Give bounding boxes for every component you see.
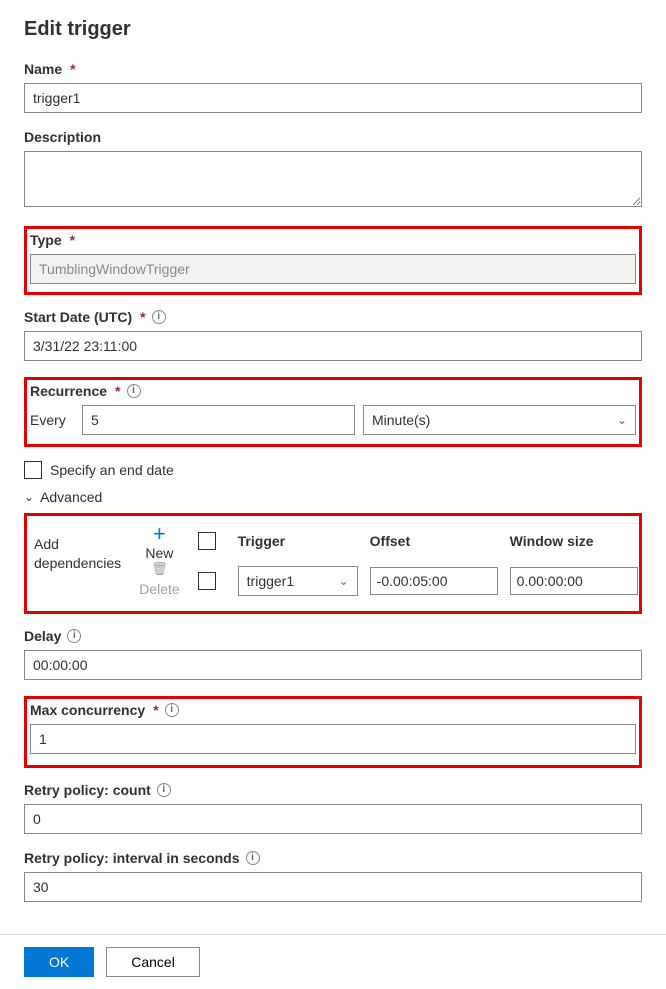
retry-count-input[interactable]	[24, 804, 642, 834]
max-concurrency-highlight: Max concurrency * i	[24, 696, 642, 768]
required-icon: *	[70, 232, 75, 248]
type-field: Type * TumblingWindowTrigger	[30, 232, 636, 284]
dependencies-highlight: Add dependencies + New 🗑 Delete Trigger …	[24, 513, 642, 614]
specify-end-label: Specify an end date	[50, 462, 174, 478]
retry-count-label: Retry policy: count	[24, 782, 151, 798]
footer: OK Cancel	[0, 934, 666, 989]
delay-input[interactable]	[24, 650, 642, 680]
retry-interval-label: Retry policy: interval in seconds	[24, 850, 240, 866]
dep-trigger-select[interactable]: trigger1 ⌄	[238, 566, 358, 596]
trash-icon: 🗑	[151, 561, 168, 577]
required-icon: *	[140, 309, 145, 325]
delay-field: Delay i	[24, 628, 642, 680]
retry-count-field: Retry policy: count i	[24, 782, 642, 834]
dep-offset-input[interactable]	[370, 567, 498, 595]
recurrence-highlight: Recurrence * i Every Minute(s) ⌄	[24, 377, 642, 447]
recurrence-field: Recurrence * i Every Minute(s) ⌄	[30, 383, 636, 435]
every-label: Every	[30, 412, 74, 428]
ok-button[interactable]: OK	[24, 947, 94, 977]
edit-trigger-panel: Edit trigger Name * Description Type * T…	[0, 0, 666, 934]
chevron-down-icon: ⌄	[617, 413, 627, 427]
type-input: TumblingWindowTrigger	[30, 254, 636, 284]
name-label: Name	[24, 61, 62, 77]
retry-interval-field: Retry policy: interval in seconds i	[24, 850, 642, 902]
recurrence-unit-value: Minute(s)	[372, 412, 430, 428]
type-highlight: Type * TumblingWindowTrigger	[24, 226, 642, 295]
recurrence-label: Recurrence	[30, 383, 107, 399]
required-icon: *	[153, 702, 158, 718]
info-icon[interactable]: i	[67, 629, 81, 643]
start-date-input[interactable]	[24, 331, 642, 361]
dependencies-section: Add dependencies + New 🗑 Delete Trigger …	[30, 519, 636, 608]
description-field: Description	[24, 129, 642, 210]
description-input[interactable]	[24, 151, 642, 207]
delay-label: Delay	[24, 628, 61, 644]
new-dependency-button[interactable]: New	[145, 545, 173, 561]
retry-interval-input[interactable]	[24, 872, 642, 902]
info-icon[interactable]: i	[165, 703, 179, 717]
col-trigger-label: Trigger	[238, 533, 358, 549]
start-date-label: Start Date (UTC)	[24, 309, 132, 325]
required-icon: *	[70, 61, 75, 77]
table-row: trigger1 ⌄	[198, 564, 638, 598]
info-icon[interactable]: i	[152, 310, 166, 324]
checkbox-icon	[24, 461, 42, 479]
type-label: Type	[30, 232, 62, 248]
advanced-toggle[interactable]: ⌄ Advanced	[24, 489, 642, 505]
info-icon[interactable]: i	[157, 783, 171, 797]
dependencies-table: Trigger Offset Window size trigger1 ⌄	[198, 523, 638, 598]
dep-window-input[interactable]	[510, 567, 638, 595]
required-icon: *	[115, 383, 120, 399]
max-concurrency-label: Max concurrency	[30, 702, 145, 718]
plus-icon: +	[153, 523, 166, 545]
delete-dependency-button[interactable]: Delete	[139, 581, 179, 597]
info-icon[interactable]: i	[127, 384, 141, 398]
name-field: Name *	[24, 61, 642, 113]
start-date-field: Start Date (UTC) * i	[24, 309, 642, 361]
info-icon[interactable]: i	[246, 851, 260, 865]
name-input[interactable]	[24, 83, 642, 113]
select-all-checkbox[interactable]	[198, 532, 216, 550]
description-label: Description	[24, 129, 101, 145]
chevron-down-icon: ⌄	[24, 490, 34, 504]
dep-trigger-value: trigger1	[247, 573, 294, 589]
recurrence-every-input[interactable]	[82, 405, 355, 435]
col-window-label: Window size	[510, 533, 638, 549]
add-dependencies-label: Add dependencies	[34, 523, 121, 598]
recurrence-unit-select[interactable]: Minute(s) ⌄	[363, 405, 636, 435]
chevron-down-icon: ⌄	[339, 574, 349, 588]
row-checkbox[interactable]	[198, 572, 216, 590]
advanced-label: Advanced	[40, 489, 102, 505]
page-title: Edit trigger	[24, 18, 642, 41]
col-offset-label: Offset	[370, 533, 498, 549]
max-concurrency-field: Max concurrency * i	[30, 702, 636, 754]
specify-end-checkbox[interactable]: Specify an end date	[24, 461, 642, 479]
cancel-button[interactable]: Cancel	[106, 947, 200, 977]
max-concurrency-input[interactable]	[30, 724, 636, 754]
